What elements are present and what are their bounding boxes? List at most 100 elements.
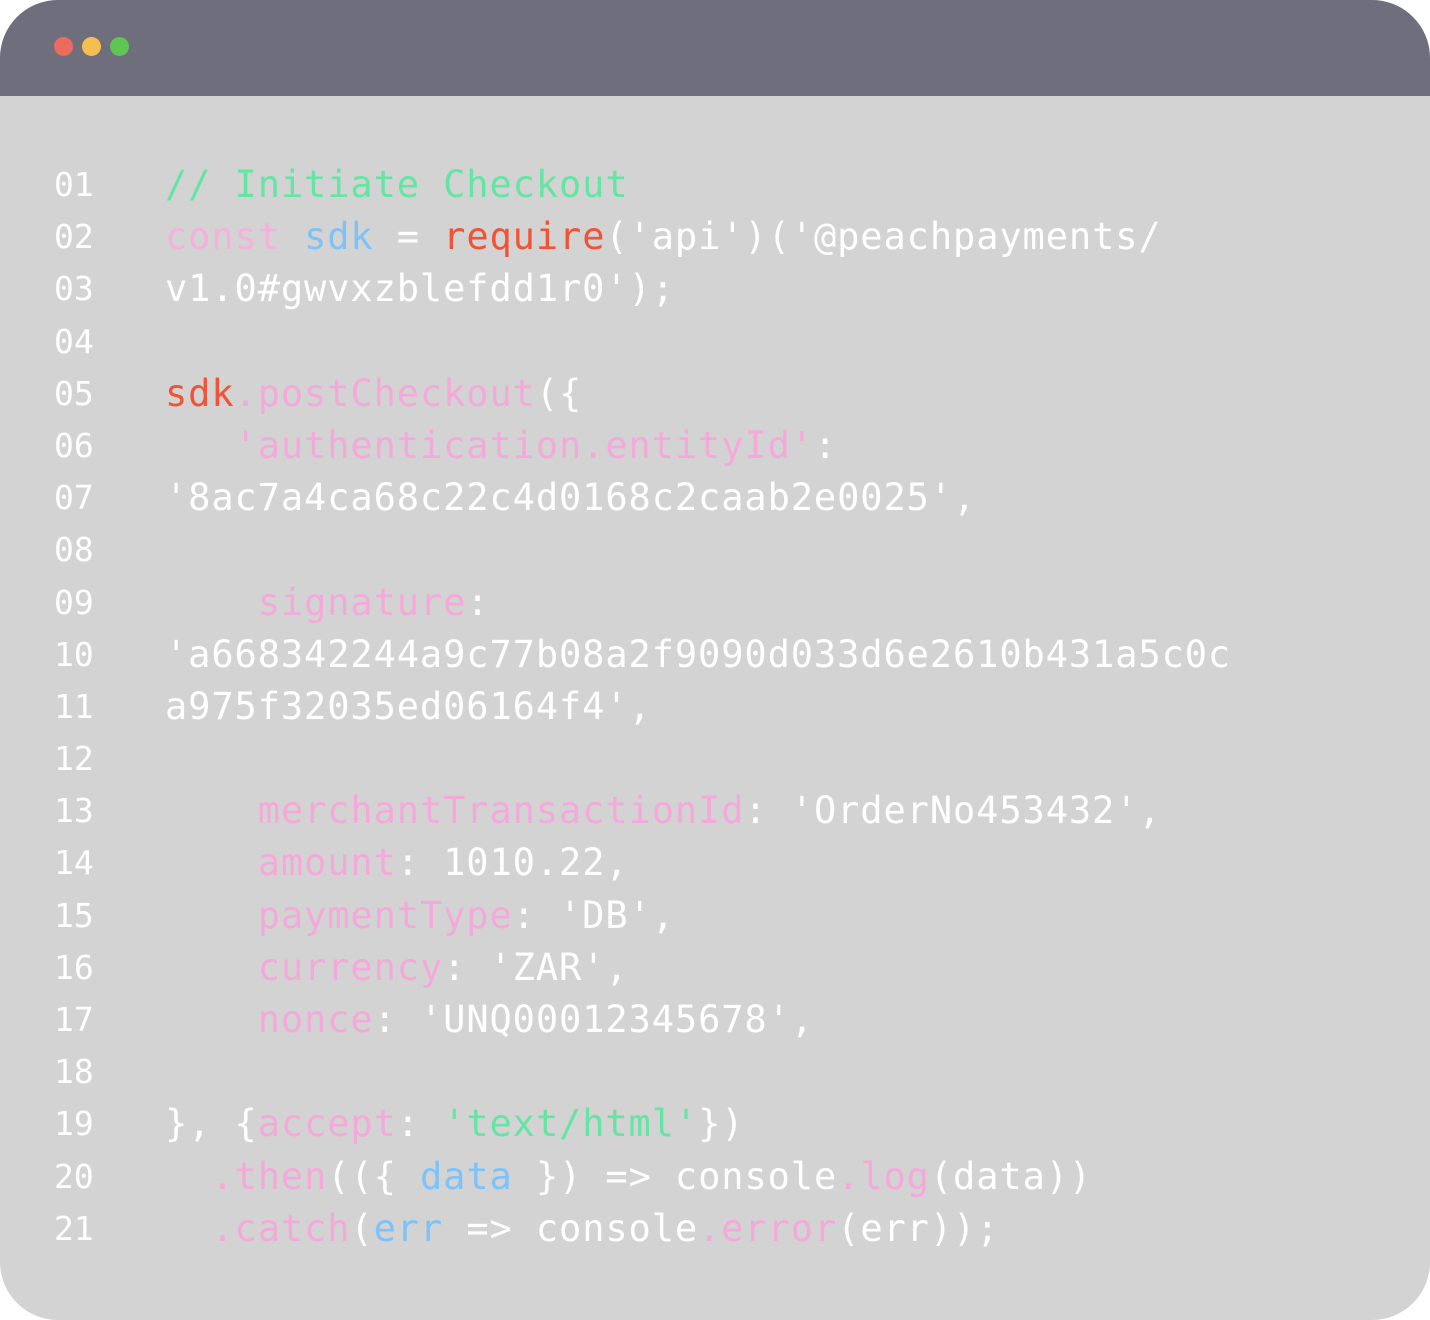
code-token-property: .postCheckout	[234, 371, 536, 415]
code-text: .catch(err => console.error(err));	[165, 1203, 999, 1255]
code-text: currency: 'ZAR',	[165, 942, 629, 994]
code-text: amount: 1010.22,	[165, 837, 629, 889]
code-line: 05 sdk.postCheckout({	[0, 368, 1430, 420]
code-line: 01 // Initiate Checkout	[0, 159, 1430, 211]
code-line: 19 }, {accept: 'text/html'})	[0, 1098, 1430, 1150]
code-token-variable: err	[373, 1206, 444, 1250]
code-token-text: }) => console	[512, 1154, 838, 1198]
line-number: 07	[54, 478, 94, 518]
code-token-function: sdk	[165, 371, 235, 415]
line-number: 19	[54, 1104, 94, 1144]
line-number: 06	[54, 425, 94, 465]
code-token-text: =	[373, 215, 444, 259]
code-token-text: ('api')('@peachpayments/	[605, 215, 1162, 259]
line-number: 09	[54, 582, 94, 622]
code-token-text: '8ac7a4ca68c22c4d0168c2caab2e0025',	[165, 476, 977, 520]
code-line: 11 a975f32035ed06164f4',	[0, 681, 1430, 733]
line-number: 04	[54, 321, 94, 361]
line-number: 12	[54, 739, 94, 779]
code-token-text: : 'UNQ00012345678',	[373, 998, 814, 1041]
code-token-text: : 'DB',	[512, 893, 675, 937]
line-number: 01	[54, 165, 94, 204]
code-text: // Initiate Checkout	[165, 159, 629, 211]
code-token-function: require	[443, 215, 606, 259]
line-number: 02	[54, 217, 94, 257]
code-line: 06 'authentication.entityId':	[0, 420, 1430, 472]
code-line: 07 '8ac7a4ca68c22c4d0168c2caab2e0025',	[0, 472, 1430, 524]
line-number: 18	[54, 1052, 94, 1092]
line-number: 14	[54, 843, 94, 883]
code-token-text: 'a668342244a9c77b08a2f9090d033d6e2610b43…	[165, 632, 1232, 676]
code-token-variable: data	[419, 1154, 513, 1198]
code-editor[interactable]: 01 // Initiate Checkout 02 const sdk = requ…	[0, 159, 1430, 1255]
code-token-variable: sdk	[304, 215, 374, 259]
line-number: 17	[54, 1000, 94, 1039]
line-number: 16	[54, 947, 94, 987]
code-line: 04	[0, 316, 1430, 368]
code-token-text: : 1010.22,	[396, 841, 629, 885]
code-token-text: (err));	[837, 1206, 1000, 1250]
code-text: '8ac7a4ca68c22c4d0168c2caab2e0025',	[165, 472, 976, 524]
code-token-text: => console	[443, 1206, 699, 1250]
code-token-text: :	[396, 1102, 444, 1146]
line-number: 15	[54, 895, 94, 935]
code-text: v1.0#gwvxzblefdd1r0');	[165, 263, 675, 315]
code-line: 15 paymentType: 'DB',	[0, 890, 1430, 942]
code-token-property: .log	[837, 1154, 930, 1198]
code-line: 12	[0, 733, 1430, 785]
code-text: 'a668342244a9c77b08a2f9090d033d6e2610b43…	[165, 629, 1231, 681]
code-window: 01 // Initiate Checkout 02 const sdk = requ…	[0, 0, 1430, 1320]
code-token-property: nonce	[257, 998, 374, 1041]
code-text: const sdk = require('api')('@peachpaymen…	[165, 211, 1162, 263]
code-token-string: 'text/html'	[443, 1102, 699, 1146]
code-line: 20 .then(({ data }) => console.log(data)…	[0, 1151, 1430, 1203]
code-text: merchantTransactionId: 'OrderNo453432',	[165, 785, 1162, 837]
code-text: signature:	[165, 577, 490, 629]
code-token-text: :	[813, 423, 838, 467]
code-token-property: .then	[211, 1154, 328, 1198]
code-line: 18	[0, 1046, 1430, 1098]
maximize-button[interactable]	[110, 37, 129, 56]
line-number: 10	[54, 634, 94, 674]
line-number: 08	[54, 530, 94, 570]
code-text: sdk.postCheckout({	[165, 368, 582, 420]
code-line: 13 merchantTransactionId: 'OrderNo453432…	[0, 785, 1430, 837]
code-token-text: (({	[327, 1154, 420, 1198]
code-text: paymentType: 'DB',	[165, 890, 675, 942]
code-line: 17 nonce: 'UNQ00012345678',	[0, 994, 1430, 1046]
window-titlebar	[0, 0, 1430, 96]
close-button[interactable]	[54, 37, 73, 56]
code-token-property: amount	[257, 841, 397, 885]
code-token-text: v1.0#gwvxzblefdd1r0');	[165, 267, 675, 311]
code-line: 03 v1.0#gwvxzblefdd1r0');	[0, 263, 1430, 315]
code-text: nonce: 'UNQ00012345678',	[165, 994, 814, 1046]
code-token-text: :	[466, 580, 490, 624]
code-text: a975f32035ed06164f4',	[165, 681, 652, 733]
code-token-text: (data))	[929, 1154, 1093, 1198]
code-token-text: : 'OrderNo453432',	[744, 789, 1162, 833]
code-line: 08	[0, 524, 1430, 576]
code-token-text: }, {	[165, 1102, 258, 1146]
code-text: 'authentication.entityId':	[165, 420, 837, 472]
code-line: 21 .catch(err => console.error(err));	[0, 1203, 1430, 1255]
minimize-button[interactable]	[82, 37, 101, 56]
code-token-property: merchantTransactionId	[257, 789, 745, 833]
code-token-property: .error	[698, 1206, 838, 1250]
code-token-text: : 'ZAR',	[443, 945, 629, 989]
code-token-text: a975f32035ed06164f4',	[165, 684, 652, 728]
code-token-text: })	[698, 1102, 745, 1146]
code-token-property: accept	[257, 1102, 397, 1146]
line-number: 11	[54, 686, 94, 726]
line-number: 20	[54, 1156, 94, 1196]
code-token-property: currency	[257, 945, 444, 989]
code-token-property: .catch	[211, 1206, 351, 1250]
line-number: 03	[54, 269, 94, 309]
